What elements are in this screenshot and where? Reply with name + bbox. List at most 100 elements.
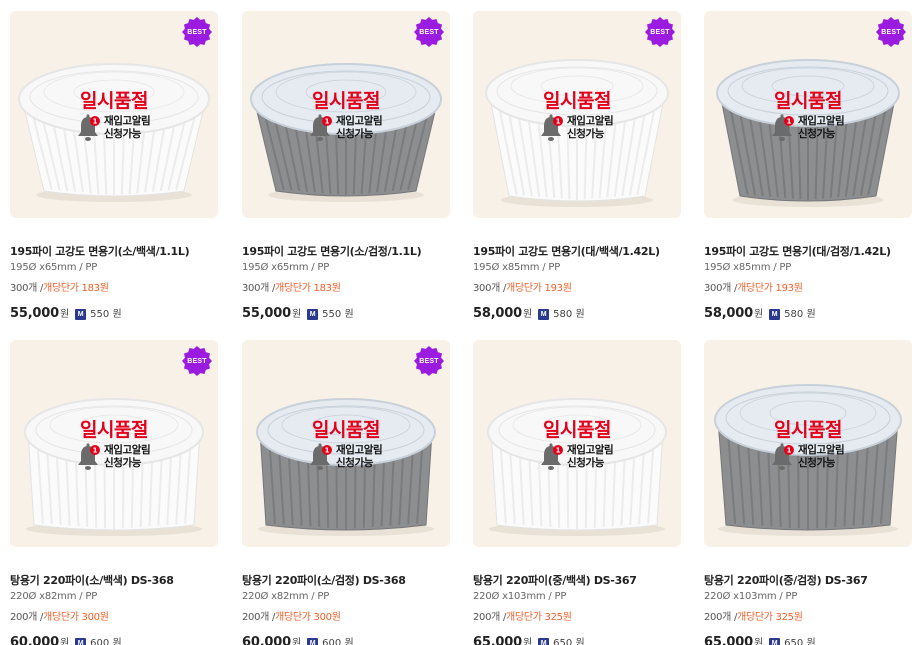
product-name[interactable]: 탕용기 220파이(중/백색) DS-367 xyxy=(473,572,637,588)
bell-count: 1 xyxy=(325,447,330,455)
product-spec: 195Ø x65mm / PP xyxy=(242,262,330,273)
restock-alert[interactable]: 1 재입고알림 신청가능 xyxy=(76,441,196,481)
product-thumbnail[interactable]: BEST 일시품절 1 재입고알림 신청가능 xyxy=(242,11,450,218)
restock-line2: 신청가능 xyxy=(798,457,836,469)
product-name[interactable]: 탕용기 220파이(중/검정) DS-367 xyxy=(704,572,868,588)
restock-alert[interactable]: 1 재입고알림 신청가능 xyxy=(539,112,659,152)
won-label: 원 xyxy=(291,638,302,645)
mileage-value: 650 원 xyxy=(553,638,585,645)
best-badge: BEST xyxy=(414,346,444,376)
bell-icon: 1 xyxy=(78,443,100,470)
bell-icon: 1 xyxy=(310,443,332,470)
product-thumbnail[interactable]: BEST 일시품절 1 재입고알림 신청가능 xyxy=(242,340,450,547)
product-quantity: 200개 /개당단가 325원 xyxy=(704,612,803,623)
restock-line2: 신청가능 xyxy=(104,457,142,469)
product-thumbnail[interactable]: 일시품절 1 재입고알림 신청가능 xyxy=(473,340,681,547)
bell-icon: 1 xyxy=(310,114,332,141)
product-spec: 195Ø x65mm / PP xyxy=(10,262,98,273)
product-name[interactable]: 탕용기 220파이(소/검정) DS-368 xyxy=(242,572,406,588)
quantity-value: 300개 xyxy=(473,283,501,294)
product-name[interactable]: 탕용기 220파이(소/백색) DS-368 xyxy=(10,572,174,588)
mileage-icon: M xyxy=(307,638,319,645)
unit-price: 개당단가 300원 xyxy=(275,612,341,623)
restock-line1: 재입고알림 xyxy=(336,444,383,456)
quantity-value: 200개 xyxy=(473,612,501,623)
bell-count: 1 xyxy=(556,118,561,126)
product-spec: 220Ø x103mm / PP xyxy=(473,591,567,602)
restock-line1: 재입고알림 xyxy=(798,115,845,127)
soldout-label: 일시품절 xyxy=(543,419,611,441)
product-spec: 220Ø x82mm / PP xyxy=(10,591,98,602)
best-badge: BEST xyxy=(414,17,444,47)
quantity-value: 200개 xyxy=(704,612,732,623)
restock-line2: 신청가능 xyxy=(567,128,605,140)
mileage-icon: M xyxy=(75,638,87,645)
won-label: 원 xyxy=(753,638,764,645)
product-name[interactable]: 195파이 고강도 면용기(대/백색/1.42L) xyxy=(473,243,660,259)
mileage-value: 650 원 xyxy=(784,638,816,645)
restock-alert[interactable]: 1 재입고알림 신청가능 xyxy=(76,112,196,152)
unit-price: 개당단가 193원 xyxy=(737,283,803,294)
product-spec: 195Ø x85mm / PP xyxy=(704,262,792,273)
price-row: 58,000원 M 580 원 xyxy=(473,304,585,322)
best-badge: BEST xyxy=(876,17,906,47)
bell-count: 1 xyxy=(325,118,330,126)
product-thumbnail[interactable]: BEST 일시품절 1 재입고알림 신청가능 xyxy=(10,340,218,547)
product-spec: 195Ø x85mm / PP xyxy=(473,262,561,273)
product-thumbnail[interactable]: BEST 일시품절 1 재입고알림 신청가능 xyxy=(10,11,218,218)
restock-alert[interactable]: 1 재입고알림 신청가능 xyxy=(308,112,428,152)
product-name[interactable]: 195파이 고강도 면용기(대/검정/1.42L) xyxy=(704,243,891,259)
mileage-icon: M xyxy=(769,638,781,645)
product-thumbnail[interactable]: 일시품절 1 재입고알림 신청가능 xyxy=(704,340,912,547)
price-row: 60,000원 M 600 원 xyxy=(10,633,122,645)
best-badge-label: BEST xyxy=(881,28,901,36)
bell-icon: 1 xyxy=(541,443,563,470)
restock-alert[interactable]: 1 재입고알림 신청가능 xyxy=(539,441,659,481)
product-quantity: 200개 /개당단가 325원 xyxy=(473,612,572,623)
product-grid: BEST 일시품절 1 재입고알림 신청가능 195파이 고강도 면용기(소/백… xyxy=(0,0,921,645)
price-row: 65,000원 M 650 원 xyxy=(704,633,816,645)
product-quantity: 300개 /개당단가 183원 xyxy=(10,283,109,294)
bell-count: 1 xyxy=(787,447,792,455)
product-thumbnail[interactable]: BEST 일시품절 1 재입고알림 신청가능 xyxy=(473,11,681,218)
bell-count: 1 xyxy=(93,118,98,126)
restock-line1: 재입고알림 xyxy=(798,444,845,456)
product-quantity: 300개 /개당단가 193원 xyxy=(473,283,572,294)
best-badge-label: BEST xyxy=(187,357,207,365)
mileage-icon: M xyxy=(538,638,550,645)
price-value: 60,000 xyxy=(10,635,59,645)
soldout-label: 일시품절 xyxy=(543,90,611,112)
price-row: 55,000원 M 550 원 xyxy=(242,304,354,322)
soldout-label: 일시품절 xyxy=(80,90,148,112)
product-spec: 220Ø x82mm / PP xyxy=(242,591,330,602)
best-badge: BEST xyxy=(182,346,212,376)
unit-price: 개당단가 325원 xyxy=(506,612,572,623)
price-row: 65,000원 M 650 원 xyxy=(473,633,585,645)
soldout-label: 일시품절 xyxy=(312,90,380,112)
won-label: 원 xyxy=(522,638,533,645)
mileage-value: 550 원 xyxy=(90,309,122,320)
bell-icon: 1 xyxy=(541,114,563,141)
won-label: 원 xyxy=(59,309,70,320)
price-value: 58,000 xyxy=(704,306,753,321)
product-name[interactable]: 195파이 고강도 면용기(소/검정/1.1L) xyxy=(242,243,422,259)
price-value: 60,000 xyxy=(242,635,291,645)
restock-line2: 신청가능 xyxy=(567,457,605,469)
product-name[interactable]: 195파이 고강도 면용기(소/백색/1.1L) xyxy=(10,243,190,259)
restock-alert[interactable]: 1 재입고알림 신청가능 xyxy=(770,112,890,152)
restock-line1: 재입고알림 xyxy=(567,115,614,127)
restock-line2: 신청가능 xyxy=(336,457,374,469)
price-value: 65,000 xyxy=(473,635,522,645)
quantity-value: 300개 xyxy=(704,283,732,294)
won-label: 원 xyxy=(522,309,533,320)
price-value: 58,000 xyxy=(473,306,522,321)
restock-alert[interactable]: 1 재입고알림 신청가능 xyxy=(770,441,890,481)
price-row: 60,000원 M 600 원 xyxy=(242,633,354,645)
restock-alert[interactable]: 1 재입고알림 신청가능 xyxy=(308,441,428,481)
soldout-label: 일시품절 xyxy=(774,90,842,112)
unit-price: 개당단가 193원 xyxy=(506,283,572,294)
product-thumbnail[interactable]: BEST 일시품절 1 재입고알림 신청가능 xyxy=(704,11,912,218)
restock-line2: 신청가능 xyxy=(336,128,374,140)
product-quantity: 200개 /개당단가 300원 xyxy=(242,612,341,623)
bell-count: 1 xyxy=(93,447,98,455)
